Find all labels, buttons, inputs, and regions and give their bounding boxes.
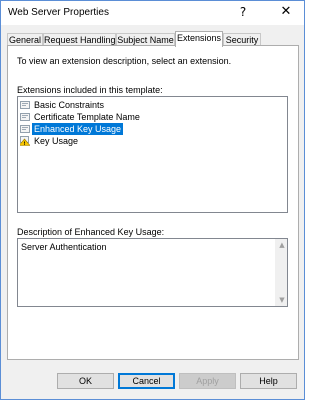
list-item-key-usage[interactable]: Key Usage — [20, 135, 220, 147]
list-item-label: Basic Constraints — [34, 100, 105, 110]
extensions-list-label: Extensions included in this template: — [17, 85, 163, 95]
list-item-label: Certificate Template Name — [34, 112, 140, 122]
certificate-extension-icon — [20, 101, 30, 109]
list-item-certificate-template-name[interactable]: Certificate Template Name — [20, 111, 220, 123]
list-item-enhanced-key-usage[interactable]: Enhanced Key Usage — [20, 123, 220, 135]
list-item-basic-constraints[interactable]: Basic Constraints — [20, 99, 220, 111]
ok-button[interactable]: OK — [57, 373, 114, 389]
description-label: Description of Enhanced Key Usage: — [17, 227, 165, 237]
description-text: Server Authentication — [21, 242, 107, 252]
apply-button[interactable]: Apply — [179, 373, 236, 389]
scroll-up-arrow-icon[interactable]: ▲ — [276, 239, 288, 251]
tab-strip: General Request Handling Subject Name Ex… — [7, 31, 299, 47]
tab-extensions[interactable]: Extensions — [175, 31, 223, 47]
extensions-list[interactable]: Basic Constraints Certificate Template N… — [17, 96, 288, 213]
window-title: Web Server Properties — [8, 7, 109, 18]
cancel-button[interactable]: Cancel — [118, 373, 175, 389]
list-item-label: Key Usage — [34, 136, 79, 146]
certificate-extension-icon — [20, 113, 30, 121]
title-help-button[interactable]: ? — [226, 1, 260, 25]
scroll-down-arrow-icon[interactable]: ▼ — [276, 294, 288, 306]
help-button[interactable]: Help — [240, 373, 297, 389]
intro-text: To view an extension description, select… — [17, 56, 232, 66]
description-scrollbar[interactable]: ▲ ▼ — [275, 239, 287, 306]
certificate-extension-icon — [20, 125, 30, 133]
close-button[interactable]: ✕ — [269, 1, 303, 25]
description-textbox[interactable]: Server Authentication ▲ ▼ — [17, 238, 288, 307]
properties-dialog: Web Server Properties ? ✕ General Reques… — [0, 0, 305, 400]
list-item-label: Enhanced Key Usage — [32, 123, 124, 135]
critical-extension-warning-icon — [20, 136, 30, 146]
title-bar: Web Server Properties ? ✕ — [1, 1, 304, 25]
extensions-tab-panel: To view an extension description, select… — [7, 45, 299, 360]
